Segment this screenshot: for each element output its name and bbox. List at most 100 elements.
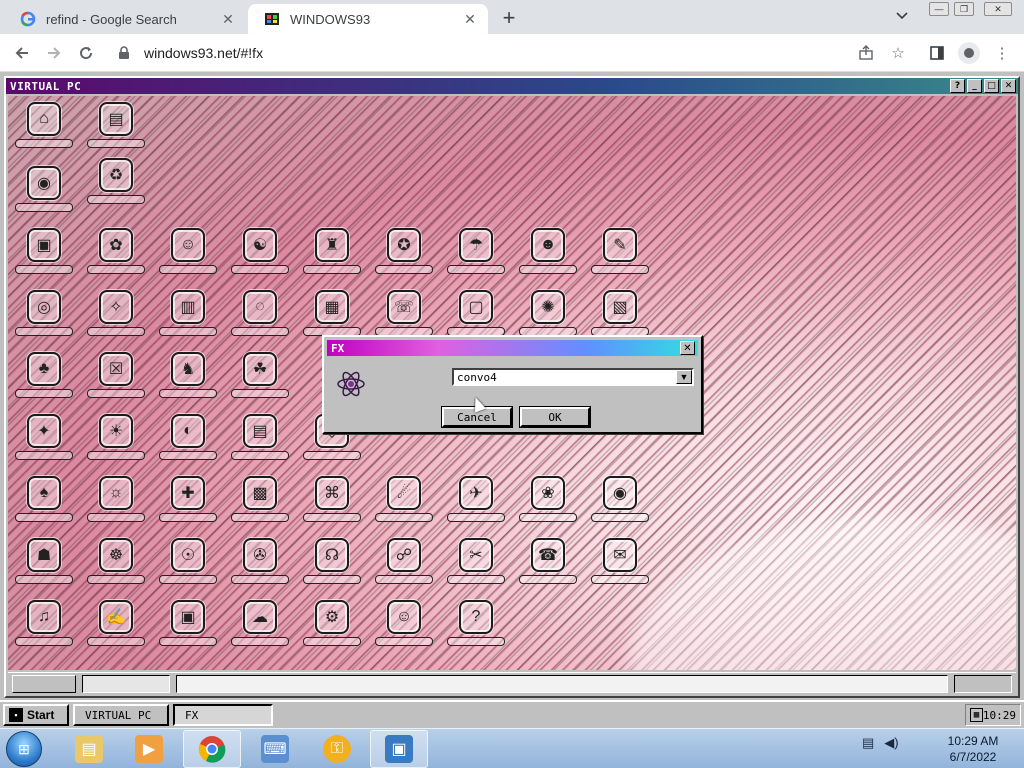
desktop-icon-app[interactable]: ☯ [228, 228, 292, 284]
restore-window-button[interactable]: ❐ [954, 2, 974, 16]
desktop-icon-app[interactable]: ☒ [84, 352, 148, 408]
desktop-icon-app[interactable]: ✚ [156, 476, 220, 532]
desktop-icon-app[interactable]: ☸ [84, 538, 148, 594]
chevron-down-icon[interactable]: ▼ [676, 370, 692, 384]
profile-avatar-icon[interactable] [958, 42, 980, 64]
media-player-icon[interactable]: ▶ [120, 730, 178, 768]
desktop-icon-app[interactable]: ▣ [156, 600, 220, 656]
tab-search-chevron-icon[interactable] [895, 8, 915, 26]
close-icon[interactable]: ✕ [680, 341, 695, 355]
desktop-icon-recycle[interactable]: ♻ [84, 158, 148, 214]
desktop-icon-app[interactable]: ▩ [228, 476, 292, 532]
close-button[interactable]: ✕ [1001, 79, 1016, 93]
desktop-icon-app[interactable]: ✇ [228, 538, 292, 594]
desktop-icon-app[interactable]: ☺ [156, 228, 220, 284]
network-icon[interactable]: ▤ [862, 735, 874, 751]
desktop-icon-app[interactable]: ♠ [12, 476, 76, 532]
virtual-pc-titlebar[interactable]: VIRTUAL PC ? _ □ ✕ [6, 78, 1018, 94]
start-button[interactable]: ▪ Start [3, 704, 69, 726]
bookmark-star-icon[interactable]: ☆ [887, 42, 909, 64]
desktop-icon-app[interactable]: ☗ [12, 538, 76, 594]
desktop-icon-disk[interactable]: ◉ [12, 166, 76, 222]
desktop-icon-app[interactable]: ✈ [444, 476, 508, 532]
desktop-icon-app[interactable]: ✂ [444, 538, 508, 594]
desktop-icon-app[interactable]: ☍ [372, 538, 436, 594]
kebab-menu-icon[interactable]: ⋮ [991, 42, 1013, 64]
desktop-icon-app[interactable]: ♞ [156, 352, 220, 408]
desktop-icon-tv[interactable]: ▣ [12, 228, 76, 284]
taskbar-item-virtual-pc[interactable]: VIRTUAL PC [73, 704, 169, 726]
chrome-icon[interactable] [183, 730, 241, 768]
taskbar-item-fx[interactable]: FX [173, 704, 273, 726]
desktop-icon-app[interactable]: ♣ [12, 352, 76, 408]
address-bar[interactable] [108, 38, 918, 68]
desktop-icon-app[interactable]: ☉ [156, 538, 220, 594]
inner-task-field[interactable] [82, 674, 170, 693]
system-clock[interactable]: 10:29 AM 6/7/2022 [930, 733, 1016, 765]
minimize-window-button[interactable]: — [929, 2, 949, 16]
maximize-button[interactable]: □ [984, 79, 999, 93]
back-arrow-icon[interactable] [10, 41, 34, 65]
desktop-icon-app[interactable]: ✿ [84, 228, 148, 284]
desktop-icon-app[interactable]: ⌘ [300, 476, 364, 532]
url-input[interactable] [144, 45, 744, 61]
tab-google-search[interactable]: refind - Google Search ✕ [4, 4, 246, 34]
desktop-icon-app[interactable]: ☊ [300, 538, 364, 594]
inner-start-button[interactable] [12, 674, 76, 693]
remote-desktop-icon[interactable]: ▣ [370, 730, 428, 768]
close-window-button[interactable]: ✕ [984, 2, 1012, 16]
desktop-icon-app[interactable]: ✉ [588, 538, 652, 594]
minimize-button[interactable]: _ [967, 79, 982, 93]
tab-windows93[interactable]: WINDOWS93 ✕ [248, 4, 488, 34]
side-panel-icon[interactable] [926, 42, 948, 64]
desktop-icon-app[interactable]: ▤ [228, 414, 292, 470]
desktop-icon-app[interactable]: ☘ [228, 352, 292, 408]
close-tab-icon[interactable]: ✕ [460, 9, 480, 29]
close-tab-icon[interactable]: ✕ [218, 9, 238, 29]
desktop-icon-app[interactable]: ⚙ [300, 600, 364, 656]
explorer-icon[interactable]: ▤ [60, 730, 118, 768]
desktop-icon-app[interactable]: ☼ [84, 476, 148, 532]
windows93-tray: ▦ 10:29 [965, 704, 1021, 726]
desktop-icon-app[interactable]: ✦ [12, 414, 76, 470]
desktop-icon-app[interactable]: ◉ [588, 476, 652, 532]
fx-dialog-titlebar[interactable]: FX ✕ [327, 340, 698, 356]
ok-button[interactable]: OK [519, 406, 591, 428]
new-tab-button[interactable]: + [497, 5, 521, 30]
desktop-icon-app[interactable]: ♜ [300, 228, 364, 284]
app-icon: ⌘ [315, 476, 349, 510]
task-label: FX [185, 708, 199, 722]
share-icon[interactable] [855, 42, 877, 64]
desktop-icon-app[interactable]: ☎ [516, 538, 580, 594]
desktop-icon-app[interactable]: ◌ [228, 290, 292, 346]
desktop-icon-documents[interactable]: ▤ [84, 102, 148, 158]
desktop-icon-app[interactable]: ☺ [372, 600, 436, 656]
desktop-icon-app[interactable]: ✪ [372, 228, 436, 284]
desktop-icon-app[interactable]: ▥ [156, 290, 220, 346]
desktop-icon-app[interactable]: ♫ [12, 600, 76, 656]
desktop-icon-app[interactable]: ✎ [588, 228, 652, 284]
desktop-icon-app[interactable]: ◐ [156, 414, 220, 470]
reload-icon[interactable] [74, 41, 98, 65]
help-button[interactable]: ? [950, 79, 965, 93]
desktop-icon-app[interactable]: ✍ [84, 600, 148, 656]
desktop-icon-app[interactable]: ☀ [84, 414, 148, 470]
fx-effect-select[interactable]: convo4 ▼ [452, 368, 694, 386]
desktop-icon-app[interactable]: ✧ [84, 290, 148, 346]
desktop-icon-computer[interactable]: ⌂ [12, 102, 76, 158]
app-icon: ✦ [27, 414, 61, 448]
desktop-icon-app[interactable]: ❀ [516, 476, 580, 532]
desktop-icon-app[interactable]: ☂ [444, 228, 508, 284]
windows-start-orb-icon[interactable]: ⊞ [6, 731, 42, 767]
volume-icon[interactable]: ◀) [884, 735, 898, 751]
keyboard-icon[interactable]: ⌨ [246, 730, 304, 768]
network-icon[interactable]: ▦ [970, 708, 983, 722]
refind-icon[interactable]: ⚿ [308, 730, 366, 768]
desktop-icon-app[interactable]: ? [444, 600, 508, 656]
desktop-icon-app[interactable]: ☁ [228, 600, 292, 656]
forward-arrow-icon[interactable] [42, 41, 66, 65]
desktop-icon-app[interactable]: ☄ [372, 476, 436, 532]
app-icon: ▩ [243, 476, 277, 510]
desktop-icon-app[interactable]: ◎ [12, 290, 76, 346]
desktop-icon-app[interactable]: ☻ [516, 228, 580, 284]
